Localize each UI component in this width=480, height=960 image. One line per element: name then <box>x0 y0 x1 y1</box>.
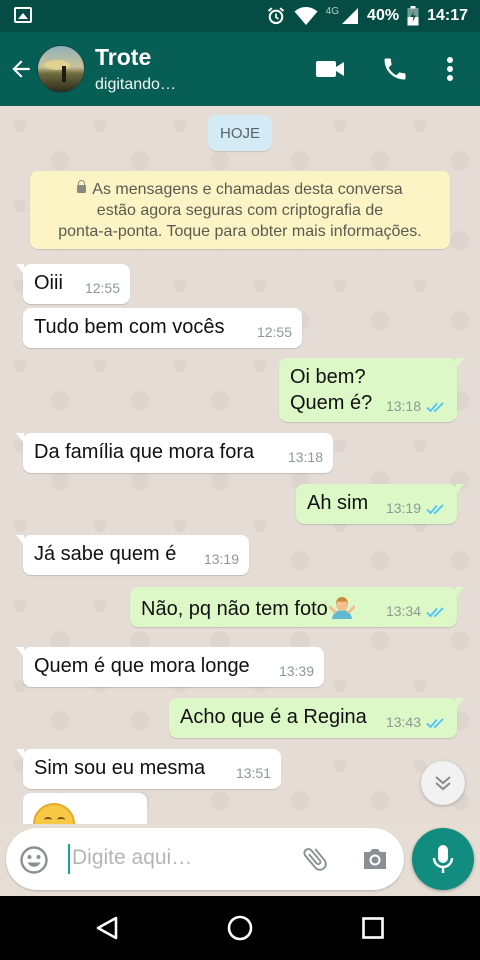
scroll-to-bottom-button[interactable] <box>421 761 465 805</box>
message-text: Oiii <box>34 272 63 294</box>
attachment-icon[interactable] <box>300 844 330 874</box>
alarm-icon <box>267 7 284 25</box>
voice-call-button[interactable] <box>378 52 412 86</box>
bubble-tail <box>456 358 464 368</box>
encryption-line-2: estão agora seguras com criptografia de <box>96 202 384 219</box>
message-bubble-incoming[interactable]: Tudo bem com vocês 12:55 <box>23 308 302 348</box>
message-input[interactable]: Digite aqui… <box>72 846 192 870</box>
typing-status: digitando… <box>95 76 176 93</box>
message-text: Já sabe quem é <box>34 543 177 565</box>
chat-header: Trote digitando… <box>0 32 480 106</box>
bubble-tail <box>456 484 464 494</box>
more-options-button[interactable] <box>433 52 467 86</box>
message-bubble-outgoing[interactable]: Oi bem? Quem é? 13:18 <box>279 358 464 422</box>
message-composer: Digite aqui… <box>6 828 404 890</box>
message-time: 13:18 <box>287 449 323 465</box>
text-cursor <box>68 844 70 874</box>
smiling-face-emoji <box>33 803 75 824</box>
bubble-tail <box>16 647 24 657</box>
message-bubble-incoming[interactable]: Sim sou eu mesma 13:51 <box>16 749 281 789</box>
status-bar-right: 4G 40% 14:17 <box>266 0 468 32</box>
read-ticks-icon <box>426 402 444 413</box>
voice-message-button[interactable] <box>412 828 474 890</box>
message-bubble-incoming[interactable]: Já sabe quem é 13:19 <box>16 535 249 575</box>
more-options-icon <box>447 57 453 81</box>
message-text: Ah sim <box>307 492 369 514</box>
message-bubble-incoming[interactable]: Oiii 12:55 <box>16 264 130 304</box>
message-bubble-outgoing[interactable]: Não, pq não tem foto 13:34 <box>130 587 464 627</box>
bubble-tail <box>16 433 24 443</box>
android-nav-bar <box>0 896 480 960</box>
message-text: Oi bem? Quem é? <box>290 366 373 414</box>
bubble-tail <box>456 587 464 597</box>
message-time: 12:55 <box>256 324 292 340</box>
nav-home-button[interactable] <box>222 910 258 946</box>
wifi-icon <box>294 7 318 25</box>
read-ticks-icon <box>426 607 444 618</box>
message-time: 12:55 <box>84 280 120 296</box>
bubble-tail <box>16 749 24 759</box>
bubble-tail <box>16 535 24 545</box>
message-text: Sim sou eu mesma <box>34 757 206 779</box>
date-separator: HOJE <box>208 115 272 151</box>
message-bubble-incoming[interactable]: Da família que mora fora 13:18 <box>16 433 333 473</box>
image-notification-icon <box>14 7 32 23</box>
microphone-icon <box>432 845 454 873</box>
read-ticks-icon <box>426 718 444 729</box>
contact-name[interactable]: Trote <box>95 44 151 71</box>
lock-icon <box>77 180 87 193</box>
message-time: 13:51 <box>235 765 271 781</box>
video-call-button[interactable] <box>313 52 347 86</box>
chat-area[interactable]: HOJE As mensagens e chamadas desta conve… <box>0 106 480 824</box>
back-arrow-icon[interactable] <box>8 56 34 82</box>
triangle-back-icon <box>96 916 118 940</box>
message-text: Acho que é a Regina <box>180 706 367 728</box>
battery-charging-icon <box>407 6 419 26</box>
clock: 14:17 <box>427 7 468 24</box>
message-text: Quem é que mora longe <box>34 655 250 677</box>
nav-recents-button[interactable] <box>355 910 391 946</box>
nav-back-button[interactable] <box>89 910 125 946</box>
contact-avatar[interactable] <box>37 45 85 93</box>
message-bubble-incoming[interactable]: Quem é que mora longe 13:39 <box>16 647 324 687</box>
bubble-tail <box>16 264 24 274</box>
message-text: Tudo bem com vocês <box>34 316 225 338</box>
camera-icon[interactable] <box>360 844 390 874</box>
battery-percentage: 40% <box>367 7 400 24</box>
message-time: 13:19 <box>203 551 239 567</box>
encryption-notice[interactable]: As mensagens e chamadas desta conversa e… <box>30 171 450 249</box>
message-bubble-outgoing[interactable]: Ah sim 13:19 <box>296 484 464 524</box>
message-time: 13:39 <box>278 663 314 679</box>
status-bar: 4G 40% 14:17 <box>0 0 480 32</box>
message-bubble-outgoing[interactable]: Acho que é a Regina 13:43 <box>169 698 464 738</box>
person-shrugging-emoji <box>328 597 355 619</box>
cell-signal-icon <box>342 8 359 24</box>
emoji-icon[interactable] <box>19 845 49 875</box>
encryption-line-1: As mensagens e chamadas desta conversa <box>40 179 440 200</box>
message-time: 13:19 <box>385 500 421 516</box>
network-type-label: 4G <box>325 6 340 17</box>
square-recents-icon <box>362 917 384 939</box>
phone-icon <box>384 58 406 80</box>
message-time: 13:43 <box>385 714 421 730</box>
read-ticks-icon <box>426 504 444 515</box>
message-time: 13:18 <box>385 398 421 414</box>
circle-home-icon <box>227 915 253 941</box>
message-text: Da família que mora fora <box>34 441 255 463</box>
double-chevron-down-icon <box>435 776 451 791</box>
bubble-tail <box>456 698 464 708</box>
message-text: Não, pq não tem foto <box>141 595 355 621</box>
message-time: 13:34 <box>385 603 421 619</box>
video-call-icon <box>316 61 344 77</box>
message-bubble-incoming[interactable] <box>23 793 147 824</box>
encryption-line-3: ponta-a-ponta. Toque para obter mais inf… <box>58 223 422 240</box>
